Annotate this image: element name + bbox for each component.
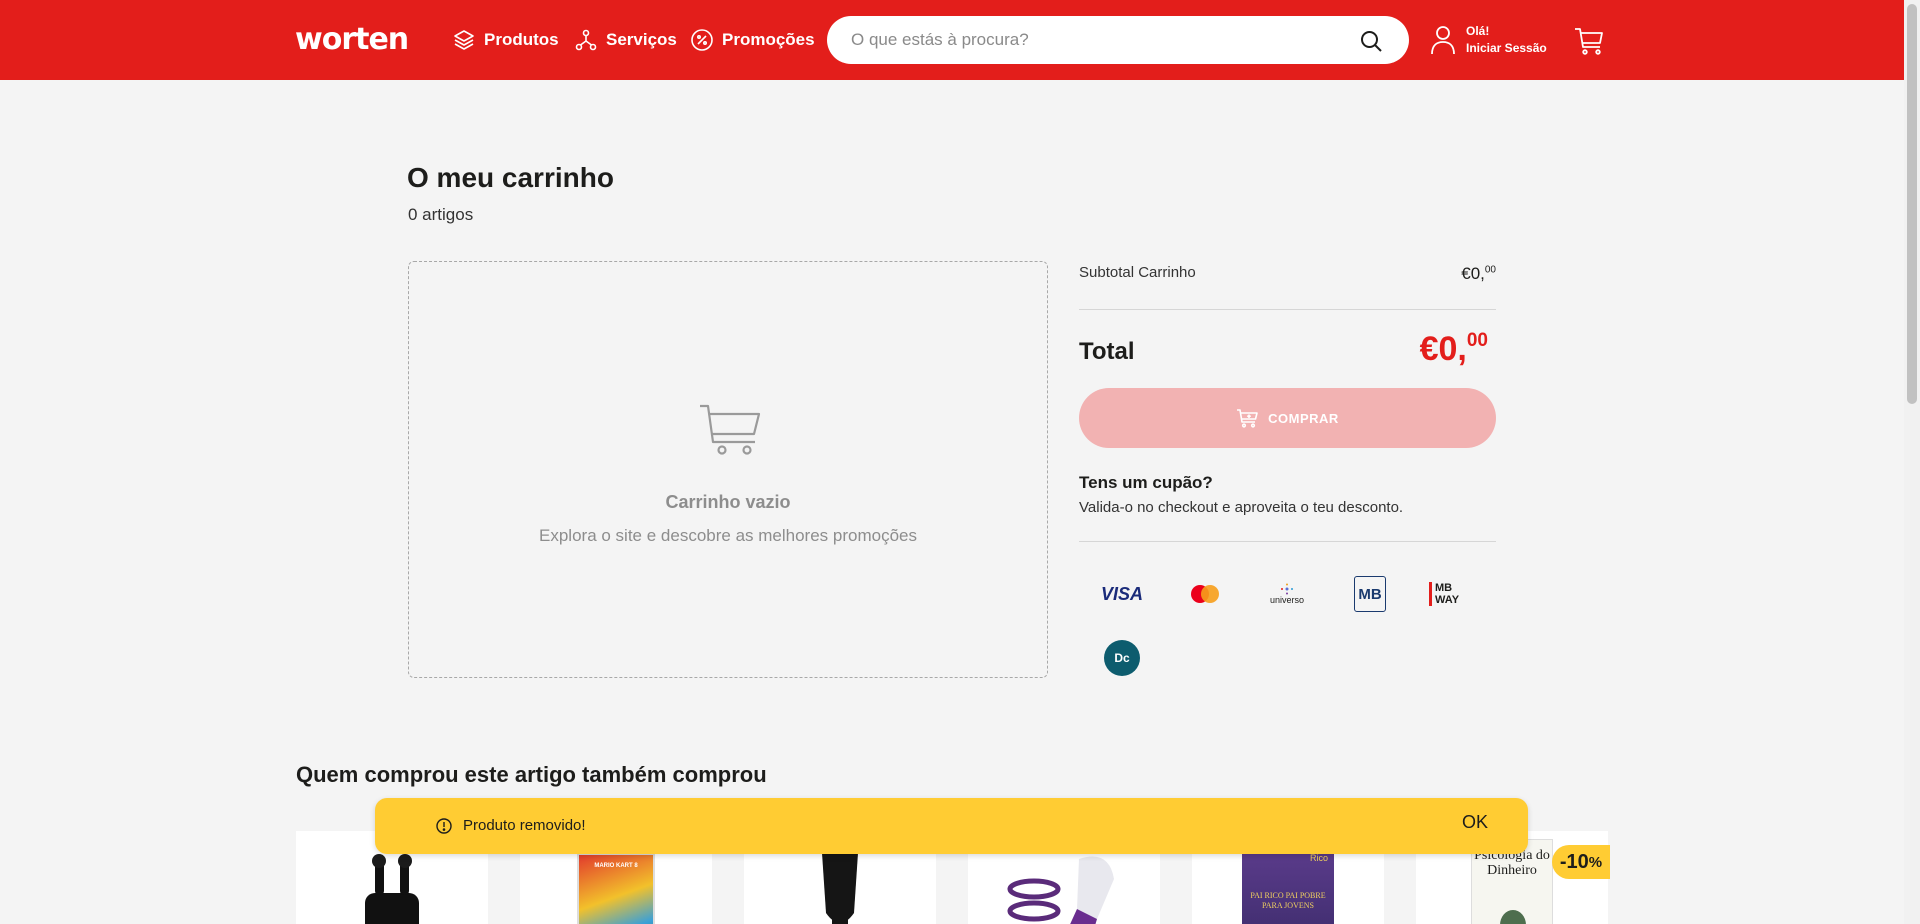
login-button[interactable]: Olá! Iniciar Sessão <box>1430 20 1547 60</box>
nav-promocoes[interactable]: Promoções <box>690 26 815 54</box>
visa-icon: VISA <box>1097 574 1147 614</box>
subtotal-value: €0,00 <box>1461 264 1496 284</box>
search-bar <box>827 16 1409 64</box>
subtotal-row: Subtotal Carrinho €0,00 <box>1079 264 1496 284</box>
empty-cart-icon <box>700 404 761 455</box>
buy-button[interactable]: COMPRAR <box>1079 388 1496 448</box>
total-value: €0,00 <box>1420 330 1496 369</box>
total-label: Total <box>1079 338 1135 365</box>
buy-button-label: COMPRAR <box>1268 410 1339 426</box>
discount-badge: -10% <box>1552 845 1610 879</box>
services-icon <box>575 29 597 51</box>
visa-label: VISA <box>1100 583 1143 604</box>
subtotal-label: Subtotal Carrinho <box>1079 264 1196 281</box>
mbway-label: MB WAY <box>1429 582 1479 606</box>
user-greeting: Olá! <box>1466 24 1490 38</box>
info-icon <box>436 818 452 834</box>
book-icon: Rico PAI RICO PAI POBRE PARA JOVENS <box>1242 853 1334 924</box>
massager-icon <box>1007 856 1114 924</box>
book-corner-label: Rico <box>1309 853 1328 863</box>
mbway-icon: MB WAY <box>1429 574 1479 614</box>
subtotal-main: €0, <box>1461 264 1485 283</box>
nav-produtos-label: Produtos <box>484 30 559 49</box>
login-label: Iniciar Sessão <box>1466 41 1547 55</box>
layers-icon <box>454 30 474 50</box>
coupon-text: Valida-o no checkout e aproveita o teu d… <box>1079 499 1404 516</box>
page-scrollbar[interactable] <box>1904 0 1920 924</box>
total-cents: 00 <box>1466 330 1488 351</box>
empty-cart-title: Carrinho vazio <box>665 492 791 512</box>
percent-icon <box>691 29 713 51</box>
nav-promocoes-label: Promoções <box>722 30 815 49</box>
top-header: worten Produtos Serviços Promoções Olá! … <box>0 0 1904 80</box>
divider <box>1079 541 1496 542</box>
toast-message: Produto removido! <box>463 817 586 834</box>
notification-toast: Produto removido! OK <box>375 798 1528 854</box>
nav-servicos-label: Serviços <box>606 30 677 49</box>
recommendations-title: Quem comprou este artigo também comprou <box>296 762 767 787</box>
divider <box>1079 309 1496 310</box>
discount-percent: % <box>1588 853 1603 871</box>
toast-ok-button[interactable]: OK <box>1462 812 1488 833</box>
universo-dots-icon <box>1281 583 1293 595</box>
mastercard-logo <box>1191 585 1219 603</box>
cofidis-icon: Dc <box>1097 638 1147 678</box>
multibanco-box: MB <box>1354 576 1386 612</box>
discount-value: -10 <box>1559 850 1589 873</box>
nav-produtos[interactable]: Produtos <box>452 26 559 54</box>
empty-cart-panel: Carrinho vazio Explora o site e descobre… <box>408 261 1048 678</box>
subtotal-cents: 00 <box>1484 264 1496 276</box>
mario-kart-game-icon: MARIO KART 8 <box>577 853 655 924</box>
search-input[interactable] <box>851 16 1351 64</box>
cart-item-count: 0 artigos <box>408 205 474 224</box>
cart-plus-icon <box>1237 409 1258 428</box>
cofidis-label: Dc <box>1114 651 1130 665</box>
coupon-title: Tens um cupão? <box>1079 473 1213 492</box>
cart-icon[interactable] <box>1574 26 1604 56</box>
earbuds-icon <box>365 854 419 924</box>
universo-icon: universo <box>1262 574 1312 614</box>
total-main: €0, <box>1419 330 1467 368</box>
worten-logo[interactable]: worten <box>295 22 409 57</box>
search-icon[interactable] <box>1359 29 1383 53</box>
universo-label: universo <box>1269 595 1305 605</box>
scrollbar-thumb[interactable] <box>1907 4 1917 404</box>
empty-cart-subtitle: Explora o site e descobre as melhores pr… <box>539 526 917 545</box>
nav-servicos[interactable]: Serviços <box>574 26 677 54</box>
multibanco-icon: MB <box>1345 574 1395 614</box>
hair-dryer-icon <box>822 853 858 924</box>
page-title: O meu carrinho <box>407 162 614 193</box>
mario-kart-label: MARIO KART 8 <box>594 863 638 869</box>
book-title-label: PAI RICO PAI POBRE PARA JOVENS <box>1250 891 1326 910</box>
total-row: Total €0,00 <box>1079 330 1496 369</box>
multibanco-label: MB <box>1358 585 1382 603</box>
user-icon <box>1431 26 1455 55</box>
cofidis-circle: Dc <box>1104 640 1140 676</box>
mastercard-icon <box>1180 574 1230 614</box>
book-cover-art <box>1500 910 1526 924</box>
